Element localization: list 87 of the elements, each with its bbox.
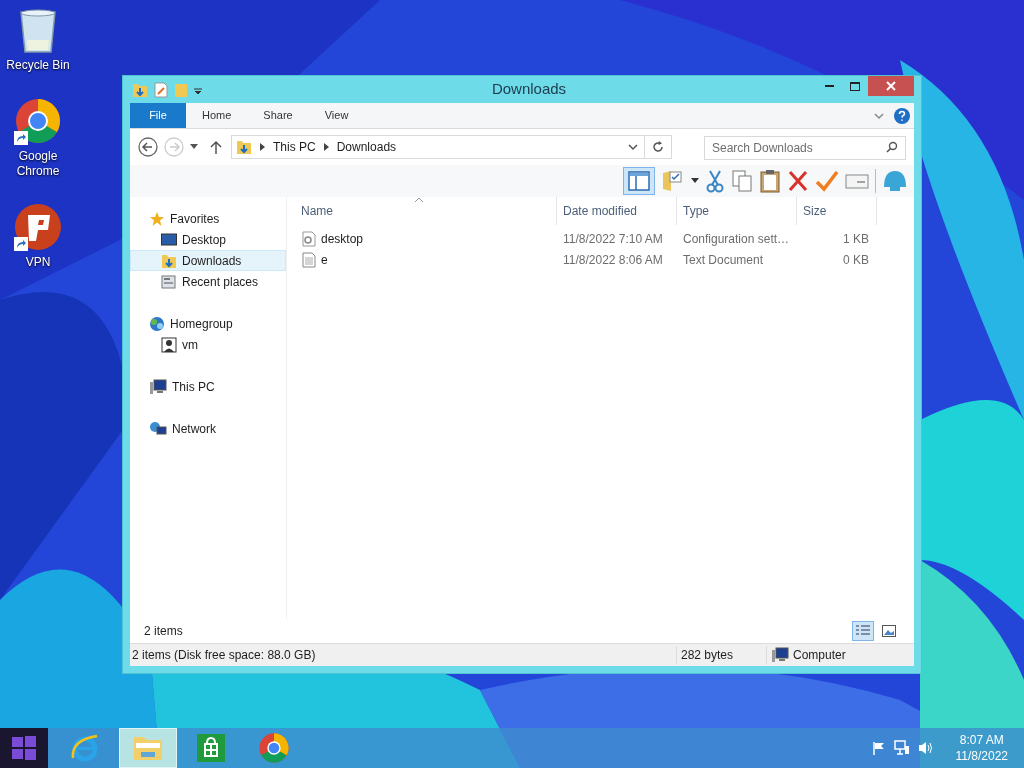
refresh-icon[interactable] — [652, 141, 664, 153]
checkmark-icon[interactable] — [815, 169, 839, 193]
ribbon-tab[interactable]: View — [308, 103, 365, 128]
dropdown-caret-icon[interactable] — [194, 85, 202, 94]
item-count: 2 items — [144, 623, 183, 640]
chrome-icon — [14, 97, 62, 145]
shortcut-arrow-icon — [14, 237, 28, 251]
image-icon — [882, 625, 896, 637]
download-folder-icon — [161, 252, 177, 269]
copy-icon[interactable] — [731, 169, 753, 193]
file-name[interactable]: desktop — [321, 229, 364, 248]
text-file-icon — [301, 251, 317, 268]
homegroup-icon — [149, 315, 165, 332]
chrome-icon — [258, 732, 290, 764]
chevron-down-icon[interactable] — [874, 111, 884, 120]
nav-item[interactable]: Desktop — [130, 229, 286, 250]
dropdown-caret-icon[interactable] — [691, 178, 699, 184]
recent-locations-caret-icon[interactable] — [190, 144, 198, 150]
recycle-bin-icon — [18, 8, 58, 54]
location-text: Computer — [793, 647, 846, 664]
desktop-icon-label[interactable]: VPN — [25, 255, 51, 270]
nav-item[interactable]: Favorites — [130, 208, 286, 229]
search-icon[interactable] — [886, 141, 898, 153]
selection-size: 282 bytes — [676, 646, 766, 664]
dropdown-chevron-icon[interactable] — [628, 143, 638, 151]
network-icon — [149, 420, 167, 437]
desktop-icon-label[interactable]: Recycle Bin — [6, 58, 70, 73]
type-cell-text: Configuration sett… — [682, 230, 791, 248]
star-icon — [149, 210, 165, 227]
help-icon[interactable] — [894, 107, 910, 124]
clipboard-icon[interactable] — [759, 169, 781, 193]
flag-icon[interactable] — [871, 741, 886, 755]
nav-item[interactable]: Downloads — [130, 250, 286, 271]
recent-places-icon — [161, 273, 177, 290]
computer-icon — [149, 378, 167, 395]
close-icon — [886, 81, 896, 91]
column-header[interactable]: Type — [677, 197, 797, 225]
size-cell-text: 0 KB — [842, 251, 870, 269]
status-text: 2 items (Disk free space: 88.0 GB) — [131, 647, 317, 664]
back-icon[interactable] — [138, 137, 158, 157]
size-cell-text: 1 KB — [842, 230, 870, 248]
scissors-icon[interactable] — [705, 169, 725, 193]
folder-check-icon[interactable] — [661, 169, 685, 193]
nav-item[interactable]: Network — [130, 418, 286, 439]
window-title: Downloads — [490, 79, 568, 100]
breadcrumb-arrow-icon[interactable] — [260, 143, 265, 151]
monitor-icon — [161, 232, 177, 247]
network-status-icon[interactable] — [893, 740, 910, 756]
windows-logo-icon — [12, 736, 36, 760]
taskbar-button[interactable] — [119, 728, 177, 768]
nav-item[interactable]: vm — [130, 334, 286, 355]
vpn-icon — [14, 203, 62, 251]
breadcrumb[interactable]: Downloads — [336, 138, 397, 156]
settings-file-icon — [301, 230, 317, 247]
column-header[interactable]: Size — [797, 197, 877, 225]
ribbon-tab[interactable]: Home — [186, 103, 248, 128]
delete-icon[interactable] — [787, 169, 809, 193]
store-icon — [196, 733, 226, 763]
computer-icon — [771, 647, 789, 663]
ribbon-tab[interactable]: Share — [247, 103, 309, 128]
close-button[interactable] — [868, 76, 914, 96]
download-folder-icon — [236, 139, 252, 155]
address-bar[interactable]: This PC Downloads — [231, 135, 672, 159]
sort-caret-icon — [415, 197, 423, 202]
preview-pane-button[interactable] — [623, 167, 655, 195]
column-header[interactable]: Name — [295, 197, 557, 225]
user-icon — [161, 336, 177, 353]
column-header[interactable]: Date modified — [557, 197, 677, 225]
nav-item[interactable]: This PC — [130, 376, 286, 397]
speaker-icon[interactable] — [917, 740, 934, 756]
start-button[interactable] — [0, 728, 48, 768]
search-field[interactable]: Search Downloads — [704, 136, 906, 160]
desktop-icon-label[interactable]: Google Chrome — [0, 149, 76, 179]
date-cell-text: 11/8/2022 7:10 AM — [562, 230, 664, 248]
breadcrumb-arrow-icon[interactable] — [323, 143, 329, 151]
nav-item[interactable]: Homegroup — [130, 313, 286, 334]
date-cell-text: 11/8/2022 8:06 AM — [562, 251, 664, 269]
up-arrow-icon[interactable] — [210, 140, 222, 154]
download-folder-icon — [132, 81, 148, 98]
ribbon-tab[interactable]: File — [130, 103, 186, 128]
shortcut-arrow-icon — [14, 131, 28, 145]
file-name[interactable]: e — [321, 250, 328, 269]
list-icon — [855, 624, 871, 638]
properties-icon[interactable] — [154, 81, 168, 98]
nav-item[interactable]: Recent places — [130, 271, 286, 292]
type-cell-text: Text Document — [682, 251, 765, 269]
breadcrumb[interactable]: This PC — [273, 138, 316, 156]
